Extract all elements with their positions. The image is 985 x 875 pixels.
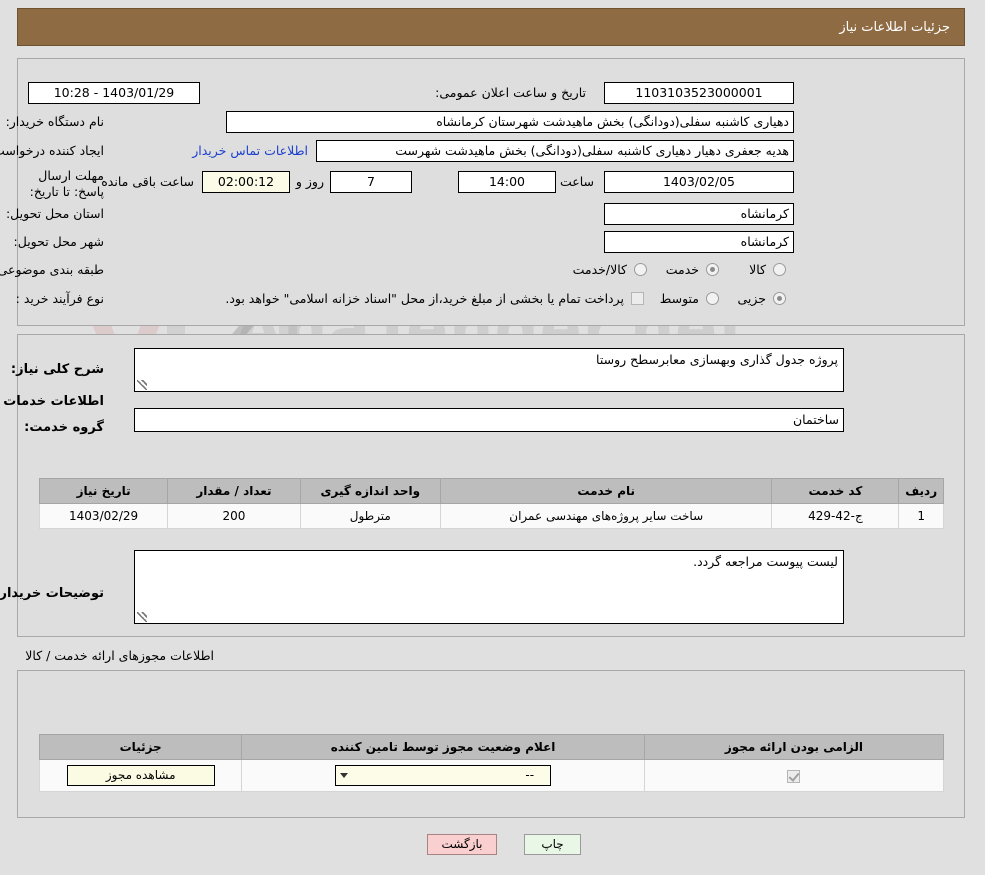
radio-process-motevaset-label: متوسط	[660, 291, 700, 306]
need-summary-textarea[interactable]: پروژه جدول گذاری وبهسازی معابرسطح روستا	[135, 348, 845, 392]
resize-grip-icon-2[interactable]	[138, 612, 148, 622]
buyer-notes-textarea[interactable]: لیست پیوست مراجعه گردد.	[135, 550, 845, 624]
services-table-header-row: ردیف کد خدمت نام خدمت واحد اندازه گیری ت…	[39, 478, 945, 504]
license-required-checkbox	[788, 769, 802, 783]
th-row: ردیف	[899, 478, 945, 504]
cell-details: مشاهده مجوز	[39, 759, 244, 792]
th-status: اعلام وضعیت مجوز توسط تامین کننده	[242, 734, 646, 760]
radio-category-kala[interactable]	[774, 263, 787, 276]
radio-category-kala-label: کالا	[750, 262, 767, 277]
deadline-time-field: 14:00	[459, 171, 557, 193]
announce-datetime-label: تاریخ و ساعت اعلان عمومی:	[436, 85, 587, 100]
licenses-table: الزامی بودن ارائه مجوز اعلام وضعیت مجوز …	[39, 734, 946, 792]
announce-datetime-field: 1403/01/29 - 10:28	[29, 82, 201, 104]
cell-code: ج-42-429	[772, 503, 901, 529]
services-section-heading: اطلاعات خدمات مورد نیاز	[0, 394, 105, 409]
need-number-field: 1103103523000001	[605, 82, 795, 104]
deadline-hour-label: ساعت	[560, 174, 595, 189]
remaining-days-field: 7	[331, 171, 413, 193]
chevron-down-icon	[341, 773, 350, 778]
table-row: 1 ج-42-429 ساخت سایر پروژه‌های مهندسی عم…	[39, 503, 945, 529]
th-details: جزئیات	[39, 734, 244, 760]
cell-date: 1403/02/29	[39, 503, 170, 529]
page-title: جزئیات اطلاعات نیاز	[840, 20, 951, 35]
purchase-process-label: نوع فرآیند خرید :	[16, 291, 105, 306]
cell-unit: مترطول	[300, 503, 442, 529]
service-group-field: ساختمان	[135, 408, 845, 432]
cell-name: ساخت سایر پروژه‌های مهندسی عمران	[440, 503, 774, 529]
deadline-label: مهلت ارسال پاسخ: تا تاریخ:	[30, 168, 105, 199]
delivery-province-field: کرمانشاه	[605, 203, 795, 225]
radio-category-kala-khedmat[interactable]	[635, 263, 648, 276]
buyer-contact-link[interactable]: اطلاعات تماس خریدار	[193, 143, 309, 158]
buyer-org-field: دهیاری کاشنبه سفلی(دودانگی) بخش ماهیدشت …	[227, 111, 795, 133]
request-creator-label: ایجاد کننده درخواست:	[0, 143, 105, 158]
license-status-select[interactable]: --	[336, 765, 553, 786]
radio-process-motevaset[interactable]	[707, 292, 720, 305]
delivery-city-label: شهر محل تحویل:	[14, 234, 105, 249]
view-license-button[interactable]: مشاهده مجوز	[67, 765, 216, 786]
th-code: کد خدمت	[772, 478, 901, 504]
service-group-label: گروه خدمت:	[25, 420, 105, 435]
treasury-documents-checkbox[interactable]	[632, 292, 645, 305]
radio-process-jozi-label: جزیی	[738, 291, 767, 306]
buyer-notes-label: توضیحات خریدار:	[0, 586, 105, 601]
th-required: الزامی بودن ارائه مجوز	[644, 734, 946, 760]
cell-status: --	[242, 759, 646, 792]
page-header: جزئیات اطلاعات نیاز	[18, 8, 966, 46]
cell-qty: 200	[168, 503, 302, 529]
cell-required	[644, 759, 946, 792]
resize-grip-icon[interactable]	[138, 380, 148, 390]
th-qty: تعداد / مقدار	[168, 478, 302, 504]
license-status-value: --	[526, 768, 536, 782]
licenses-section-heading: اطلاعات مجوزهای ارائه خدمت / کالا	[26, 648, 215, 663]
print-button[interactable]: چاپ	[525, 834, 582, 855]
radio-category-khedmat[interactable]	[707, 263, 720, 276]
licenses-table-header-row: الزامی بودن ارائه مجوز اعلام وضعیت مجوز …	[39, 734, 946, 760]
cell-row: 1	[899, 503, 945, 529]
buyer-notes-value: لیست پیوست مراجعه گردد.	[694, 554, 839, 569]
th-date: تاریخ نیاز	[39, 478, 170, 504]
remaining-hours-label: ساعت باقی مانده	[102, 174, 195, 189]
deadline-date-field: 1403/02/05	[605, 171, 795, 193]
th-name: نام خدمت	[440, 478, 774, 504]
radio-category-kala-khedmat-label: کالا/خدمت	[573, 262, 628, 277]
radio-category-khedmat-label: خدمت	[666, 262, 700, 277]
buyer-org-label: نام دستگاه خریدار:	[6, 114, 105, 129]
services-table: ردیف کد خدمت نام خدمت واحد اندازه گیری ت…	[39, 478, 945, 529]
delivery-city-field: کرمانشاه	[605, 231, 795, 253]
th-unit: واحد اندازه گیری	[300, 478, 442, 504]
remaining-days-label: روز و	[296, 174, 325, 189]
back-button[interactable]: بازگشت	[428, 834, 498, 855]
radio-process-jozi[interactable]	[774, 292, 787, 305]
treasury-documents-text: پرداخت تمام یا بخشی از مبلغ خرید،از محل …	[226, 291, 625, 306]
delivery-province-label: استان محل تحویل:	[6, 206, 105, 221]
need-summary-value: پروژه جدول گذاری وبهسازی معابرسطح روستا	[597, 352, 839, 367]
table-row: -- مشاهده مجوز	[39, 759, 946, 792]
subject-category-label: طبقه بندی موضوعی:	[0, 262, 105, 277]
remaining-time-field: 02:00:12	[203, 171, 291, 193]
request-creator-field: هدیه جعفری دهیار دهیاری کاشنبه سفلی(دودا…	[317, 140, 795, 162]
need-summary-label: شرح کلی نیاز:	[11, 362, 105, 377]
